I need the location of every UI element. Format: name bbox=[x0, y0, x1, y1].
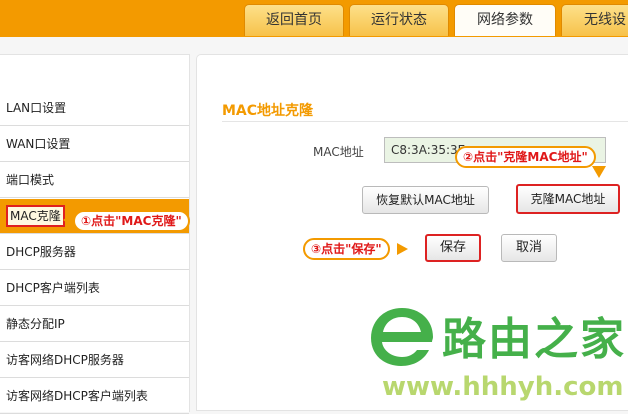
cancel-button[interactable]: 取消 bbox=[501, 234, 557, 262]
sidebar-item-label: 访客网络DHCP客户端列表 bbox=[6, 389, 148, 403]
section-title: MAC地址克隆 bbox=[222, 103, 314, 119]
sidebar-item-label: 静态分配IP bbox=[6, 317, 65, 331]
sidebar-item-label: MAC克隆 bbox=[6, 205, 65, 227]
watermark-url: www.hhhyh.com bbox=[382, 372, 624, 402]
sidebar-item-label: 访客网络DHCP服务器 bbox=[6, 353, 124, 367]
callout-step-3: ③点击"保存" bbox=[303, 238, 390, 260]
sidebar-item-dhcp-server[interactable]: DHCP服务器 bbox=[0, 235, 189, 270]
callout-pointer bbox=[397, 243, 408, 255]
sidebar-item-wan[interactable]: WAN口设置 bbox=[0, 127, 189, 162]
tab-status[interactable]: 运行状态 bbox=[349, 4, 449, 36]
save-button[interactable]: 保存 bbox=[425, 234, 481, 262]
section-divider bbox=[222, 121, 628, 122]
sidebar-item-label: 端口模式 bbox=[6, 173, 55, 187]
sidebar-item-lan[interactable]: LAN口设置 bbox=[0, 91, 189, 126]
sidebar-item-label: DHCP服务器 bbox=[6, 245, 76, 259]
tab-home[interactable]: 返回首页 bbox=[244, 4, 344, 36]
tab-network[interactable]: 网络参数 bbox=[454, 4, 556, 36]
sidebar: LAN口设置 WAN口设置 端口模式 MAC克隆 DHCP服务器 DHCP客户端… bbox=[0, 54, 190, 414]
sidebar-item-label: DHCP客户端列表 bbox=[6, 281, 100, 295]
sidebar-item-guest-dhcp-clients[interactable]: 访客网络DHCP客户端列表 bbox=[0, 379, 189, 414]
watermark-brand-name: 路由之家 bbox=[442, 314, 626, 365]
sidebar-item-label: LAN口设置 bbox=[6, 101, 67, 115]
tab-wireless[interactable]: 无线设 bbox=[561, 4, 628, 36]
watermark-logo-icon bbox=[371, 308, 433, 366]
callout-step-2: ②点击"克隆MAC地址" bbox=[455, 146, 596, 168]
sidebar-item-dhcp-clients[interactable]: DHCP客户端列表 bbox=[0, 271, 189, 306]
mac-address-label: MAC地址 bbox=[313, 145, 364, 159]
sidebar-item-label: WAN口设置 bbox=[6, 137, 71, 151]
sidebar-item-port-mode[interactable]: 端口模式 bbox=[0, 163, 189, 198]
restore-default-mac-button[interactable]: 恢复默认MAC地址 bbox=[362, 186, 489, 214]
clone-mac-button[interactable]: 克隆MAC地址 bbox=[516, 184, 620, 214]
callout-step-1: ①点击"MAC克隆" bbox=[73, 210, 190, 232]
callout-pointer bbox=[592, 166, 606, 178]
sidebar-item-static-ip[interactable]: 静态分配IP bbox=[0, 307, 189, 342]
sidebar-item-guest-dhcp-server[interactable]: 访客网络DHCP服务器 bbox=[0, 343, 189, 378]
